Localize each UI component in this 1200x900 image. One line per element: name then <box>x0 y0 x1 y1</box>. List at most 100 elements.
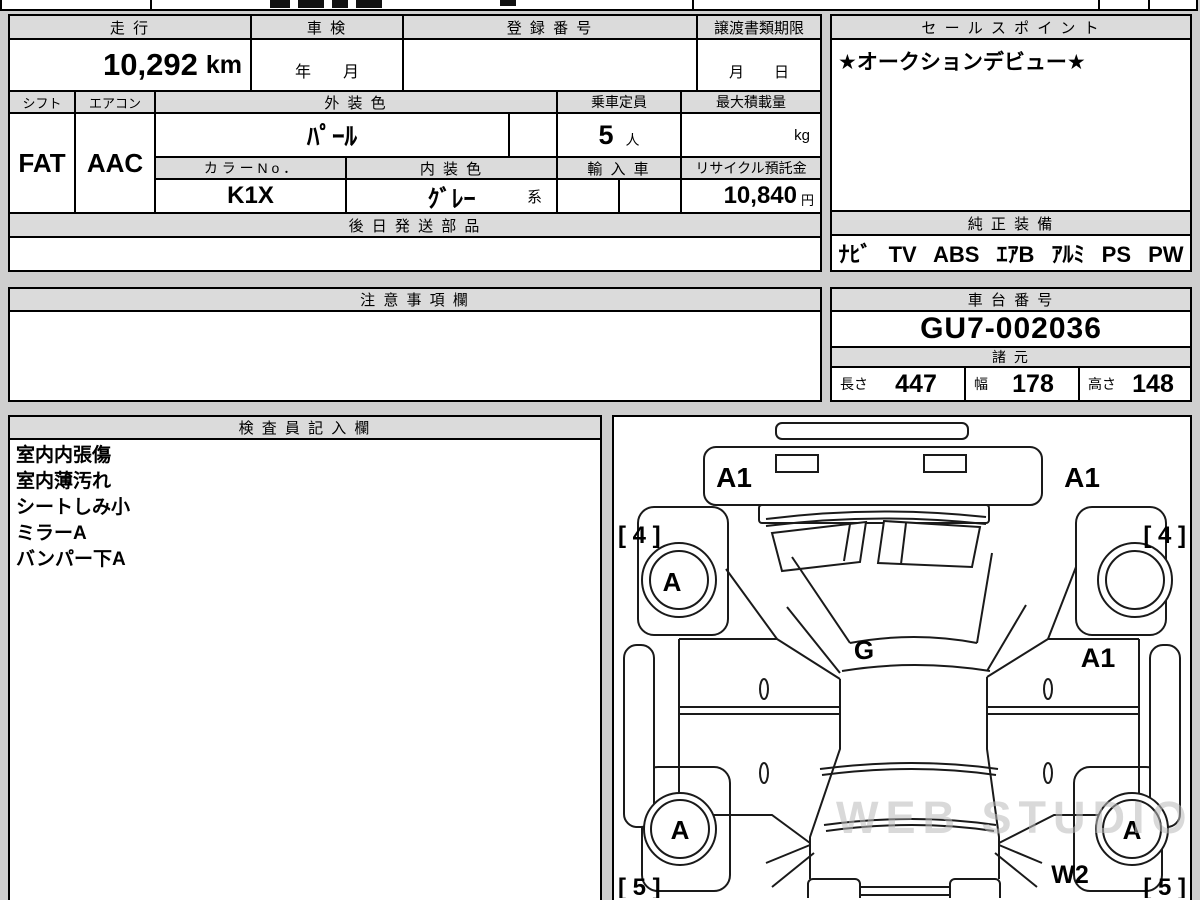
tire-grade-rear-left: [ 5 ] <box>618 874 661 898</box>
damage-mark-rear-left-wheel: A <box>671 815 690 845</box>
import-label: 輸 入 車 <box>587 160 651 178</box>
recycle-unit: 円 <box>800 192 814 208</box>
color-no-cell: K1X <box>154 178 347 214</box>
damage-mark-hood: G <box>854 635 874 665</box>
registration-number-header: 登 録 番 号 <box>402 14 698 40</box>
damage-mark-front-left-bumper: A1 <box>716 462 752 493</box>
interior-color-label: 内 装 色 <box>419 160 484 178</box>
inspector-note: ミラーA <box>16 523 87 544</box>
aircon-cell: AAC <box>74 112 156 214</box>
capacity-unit: 人 <box>625 132 640 148</box>
max-load-unit: kg <box>794 126 810 144</box>
equipment-cell: ﾅﾋﾞ TV ABS ｴｱB ｱﾙﾐ PS PW <box>830 234 1192 272</box>
inspector-note: バンパー下A <box>16 549 126 570</box>
capacity-cell: 5 人 <box>556 112 682 158</box>
cutoff-row-text-fragment <box>500 0 516 6</box>
max-load-label: 最大積載量 <box>716 94 786 110</box>
mileage-value: 10,292 <box>103 47 198 82</box>
cutoff-cell <box>1098 0 1150 11</box>
cutoff-cell <box>1148 0 1198 11</box>
inspector-note: 室内内張傷 <box>16 445 112 466</box>
sales-point-header: セ ー ル ス ポ イ ン ト <box>830 14 1192 40</box>
cutoff-row-text-fragment <box>356 0 382 8</box>
inspector-note: 室内薄汚れ <box>16 471 112 492</box>
shaken-value: 年 月 <box>294 64 359 81</box>
caution-header: 注 意 事 項 欄 <box>8 287 822 312</box>
interior-color-header: 内 装 色 <box>345 156 558 180</box>
capacity-header: 乗車定員 <box>556 90 682 114</box>
transfer-docs-header: 譲渡書類期限 <box>696 14 822 40</box>
cutoff-row-text-fragment <box>270 0 290 8</box>
mileage-header-label: 走 行 <box>109 19 151 37</box>
mileage-header: 走 行 <box>8 14 252 40</box>
equipment-items: ﾅﾋﾞ TV ABS ｴｱB ｱﾙﾐ PS PW <box>838 242 1184 267</box>
cutoff-row-text-fragment <box>332 0 348 8</box>
color-no-value: K1X <box>227 182 274 209</box>
inspector-label: 検 査 員 記 入 欄 <box>238 420 372 437</box>
tire-grade-front-right: [ 4 ] <box>1143 522 1186 549</box>
shift-value: FAT <box>18 147 66 178</box>
inspector-header: 検 査 員 記 入 欄 <box>8 415 602 440</box>
later-parts-header: 後 日 発 送 部 品 <box>8 212 822 238</box>
damage-mark-front-right-bumper: A1 <box>1064 462 1100 493</box>
shift-label: シフト <box>22 95 62 111</box>
max-load-cell: kg <box>680 112 822 158</box>
spec-width-cell: 幅 178 <box>964 366 1080 402</box>
chassis-number: GU7-002036 <box>920 312 1102 345</box>
specs-header: 諸 元 <box>830 346 1192 368</box>
shaken-header: 車 検 <box>250 14 404 40</box>
interior-color-cell: ｸﾞﾚｰ 系 <box>345 178 558 214</box>
specs-label: 諸 元 <box>992 349 1030 365</box>
exterior-color-value: ﾊﾟｰﾙ <box>306 123 357 151</box>
aircon-header: エアコン <box>74 90 156 114</box>
inspector-body: 室内内張傷 室内薄汚れ シートしみ小 ミラーA バンパー下A <box>8 438 602 900</box>
shift-cell: FAT <box>8 112 76 214</box>
chassis-cell: GU7-002036 <box>830 310 1192 348</box>
shaken-header-label: 車 検 <box>306 19 348 37</box>
transfer-docs-cell: 月 日 <box>696 38 822 92</box>
mileage-cell: 10,292 km <box>8 38 252 92</box>
max-load-header: 最大積載量 <box>680 90 822 114</box>
cutoff-cell <box>150 0 694 11</box>
cutoff-row-text-fragment <box>298 0 324 8</box>
registration-header-label: 登 録 番 号 <box>506 19 594 37</box>
spec-height-value: 148 <box>1132 369 1174 398</box>
chassis-header: 車 台 番 号 <box>830 287 1192 312</box>
spec-height-cell: 高さ 148 <box>1078 366 1192 402</box>
recycle-value: 10,840 <box>723 182 797 209</box>
exterior-color-cell: ﾊﾟｰﾙ <box>154 112 510 158</box>
auction-sheet: 走 行 車 検 登 録 番 号 譲渡書類期限 10,292 km 年 月 月 日… <box>0 0 1200 900</box>
spec-width-value: 178 <box>1012 369 1054 398</box>
color-no-header: カ ラ ー N o ． <box>154 156 347 180</box>
later-parts-cell <box>8 236 822 272</box>
watermark: WEB STUDIO PRO <box>836 792 1200 843</box>
spec-length-label: 長さ <box>840 376 868 392</box>
transfer-docs-label: 譲渡書類期限 <box>713 19 804 37</box>
damage-mark-rear-panel: W2 <box>1051 861 1089 889</box>
import-cell-1 <box>556 178 620 214</box>
capacity-label: 乗車定員 <box>591 94 647 110</box>
cutoff-cell <box>692 0 1100 11</box>
exterior-color-header: 外 装 色 <box>154 90 558 114</box>
recycle-label: リサイクル預託金 <box>695 160 807 176</box>
chassis-label: 車 台 番 号 <box>967 292 1055 309</box>
interior-color-value: ｸﾞﾚｰ <box>427 185 476 213</box>
sales-point-label: セ ー ル ス ポ イ ン ト <box>921 19 1101 37</box>
equipment-label: 純 正 装 備 <box>967 215 1055 233</box>
damage-mark-right-door: A1 <box>1081 643 1116 673</box>
exterior-color-sub-cell <box>508 112 558 158</box>
spec-height-label: 高さ <box>1088 376 1116 392</box>
damage-mark-front-left-wheel: A <box>663 567 682 597</box>
inspector-note: シートしみ小 <box>16 497 131 518</box>
tire-grade-rear-right: [ 5 ] <box>1143 874 1186 898</box>
spec-length-value: 447 <box>895 369 937 398</box>
registration-number-cell <box>402 38 698 92</box>
aircon-value: AAC <box>86 147 144 178</box>
shift-header: シフト <box>8 90 76 114</box>
spec-length-cell: 長さ 447 <box>830 366 966 402</box>
spec-width-label: 幅 <box>974 376 988 392</box>
transfer-docs-value: 月 日 <box>728 64 789 81</box>
caution-label: 注 意 事 項 欄 <box>360 292 470 309</box>
equipment-header: 純 正 装 備 <box>830 210 1192 236</box>
exterior-color-label: 外 装 色 <box>324 94 388 112</box>
